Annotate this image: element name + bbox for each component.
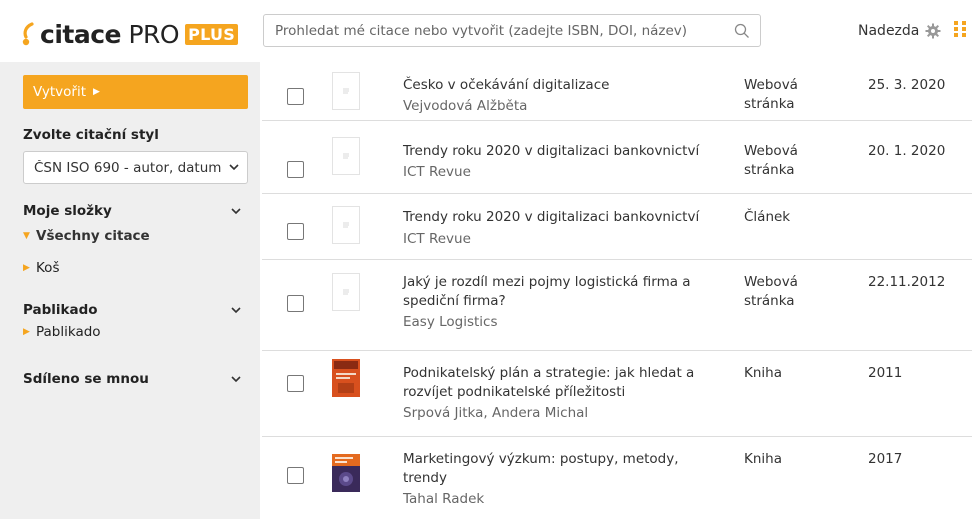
chevron-down-icon xyxy=(231,376,241,383)
citation-type: Kniha xyxy=(744,451,782,467)
row-checkbox[interactable] xyxy=(287,467,304,484)
citation-date: 20. 1. 2020 xyxy=(868,143,946,159)
document-thumbnail-icon xyxy=(332,137,360,175)
shared-heading[interactable]: Sdíleno se mnou xyxy=(23,370,248,388)
sidebar-item-all-citations[interactable]: ▼ Všechny citace xyxy=(23,225,248,247)
chevron-down-icon xyxy=(229,164,239,171)
sidebar-item-trash[interactable]: ▶ Koš xyxy=(23,257,248,279)
citation-author: Srpová Jitka, Andera Michal xyxy=(403,405,589,421)
row-checkbox[interactable] xyxy=(287,161,304,178)
citation-title[interactable]: Česko v očekávání digitalizace xyxy=(403,76,733,95)
user-menu[interactable]: Nadezda xyxy=(858,23,941,39)
row-checkbox[interactable] xyxy=(287,223,304,240)
book-cover-thumbnail xyxy=(332,454,360,492)
citation-date: 25. 3. 2020 xyxy=(868,77,946,93)
apps-grid-icon[interactable] xyxy=(954,21,968,37)
citation-style-label: Zvolte citační styl xyxy=(23,127,159,143)
group-section: Pablikado ▶ Pablikado xyxy=(23,301,248,343)
citation-list: Česko v očekávání digitalizace Vejvodová… xyxy=(262,62,972,519)
sidebar: Vytvořit ▶ Zvolte citační styl ČSN ISO 69… xyxy=(0,62,260,519)
caret-down-icon: ▼ xyxy=(23,231,30,241)
search-box xyxy=(263,14,761,47)
citation-style-select[interactable]: ČSN ISO 690 - autor, datum xyxy=(23,151,248,184)
document-thumbnail-icon xyxy=(332,273,360,311)
row-checkbox[interactable] xyxy=(287,375,304,392)
citation-author: Vejvodová Alžběta xyxy=(403,98,528,114)
citation-title[interactable]: Trendy roku 2020 v digitalizaci bankovni… xyxy=(403,142,733,161)
gear-icon[interactable] xyxy=(925,23,941,39)
group-heading[interactable]: Pablikado xyxy=(23,301,248,319)
table-row[interactable]: Jaký je rozdíl mezi pojmy logistická fir… xyxy=(262,260,972,351)
create-button[interactable]: Vytvořit ▶ xyxy=(23,75,248,109)
shared-section: Sdíleno se mnou xyxy=(23,370,248,388)
my-folders-heading[interactable]: Moje složky xyxy=(23,202,248,220)
citace-logo[interactable]: citace PRO PLUS xyxy=(20,19,239,49)
citation-title[interactable]: Jaký je rozdíl mezi pojmy logistická fir… xyxy=(403,273,733,311)
chevron-down-icon xyxy=(231,307,241,314)
citation-type: Článek xyxy=(744,209,791,225)
caret-right-icon: ▶ xyxy=(23,327,30,337)
citation-title[interactable]: Trendy roku 2020 v digitalizaci bankovni… xyxy=(403,208,733,227)
logo-plus-badge: PLUS xyxy=(185,23,239,45)
search-icon[interactable] xyxy=(734,23,750,39)
app-header: citace PRO PLUS Nadezda xyxy=(0,0,972,62)
citation-type: Webová stránka xyxy=(744,143,798,178)
my-folders-section: Moje složky ▼ Všechny citace ▶ Koš xyxy=(23,202,248,279)
citation-title[interactable]: Podnikatelský plán a strategie: jak hled… xyxy=(403,364,733,402)
citation-type: Webová stránka xyxy=(744,274,798,309)
logo-mark-icon xyxy=(22,22,34,46)
table-row[interactable]: Podnikatelský plán a strategie: jak hled… xyxy=(262,351,972,437)
table-row[interactable]: Trendy roku 2020 v digitalizaci bankovni… xyxy=(262,194,972,260)
citation-author: ICT Revue xyxy=(403,231,471,247)
row-checkbox[interactable] xyxy=(287,88,304,105)
citation-author: Tahal Radek xyxy=(403,491,485,507)
document-thumbnail-icon xyxy=(332,72,360,110)
citation-date: 2011 xyxy=(868,365,903,381)
caret-right-icon: ▶ xyxy=(23,263,30,273)
row-checkbox[interactable] xyxy=(287,295,304,312)
citation-date: 2017 xyxy=(868,451,903,467)
logo-text: citace PRO xyxy=(40,19,180,49)
table-row[interactable]: Česko v očekávání digitalizace Vejvodová… xyxy=(262,62,972,121)
citation-title[interactable]: Marketingový výzkum: postupy, metody, tre… xyxy=(403,450,733,488)
book-cover-thumbnail xyxy=(332,359,360,397)
username: Nadezda xyxy=(858,23,920,39)
citation-type: Kniha xyxy=(744,365,782,381)
citation-date: 22.11.2012 xyxy=(868,274,946,290)
table-row[interactable]: Marketingový výzkum: postupy, metody, tre… xyxy=(262,437,972,519)
sidebar-item-group[interactable]: ▶ Pablikado xyxy=(23,321,248,343)
citation-author: Easy Logistics xyxy=(403,314,498,330)
search-input[interactable] xyxy=(264,15,724,46)
chevron-down-icon xyxy=(231,208,241,215)
citation-type: Webová stránka xyxy=(744,77,798,112)
caret-right-icon: ▶ xyxy=(93,87,100,97)
document-thumbnail-icon xyxy=(332,206,360,244)
table-row[interactable]: Trendy roku 2020 v digitalizaci bankovni… xyxy=(262,121,972,194)
citation-author: ICT Revue xyxy=(403,164,471,180)
